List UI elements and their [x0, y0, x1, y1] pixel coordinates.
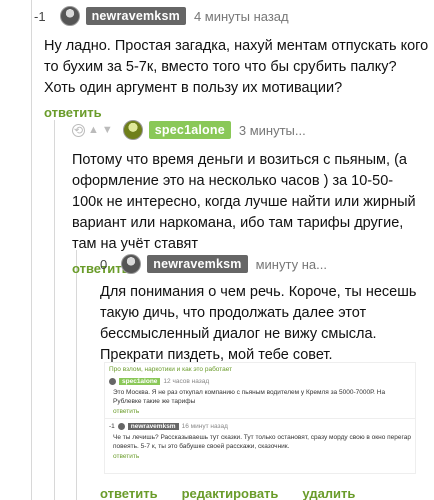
- image-reply-link: ответить: [113, 408, 140, 415]
- collapse-icon[interactable]: ⟲: [72, 123, 85, 137]
- comment-score: -1: [34, 8, 46, 24]
- comment-header: ⟲ ▲ ▼ spec1alone 3 минуты...: [72, 118, 422, 142]
- upvote-icon[interactable]: ▲: [88, 124, 99, 136]
- vote-controls: ⟲ ▲ ▼: [72, 123, 113, 137]
- comment-header: -1 newravemksm 4 минуты назад: [34, 4, 429, 28]
- thread-line: [76, 250, 77, 500]
- comment-actions: ответить редактировать удалить: [100, 486, 355, 500]
- image-reply-link: ответить: [113, 453, 140, 460]
- image-comment-text: Че ты лечишь? Рассказываешь тут сказки. …: [113, 434, 411, 450]
- comment-time[interactable]: 4 минуты назад: [194, 9, 289, 24]
- username-badge[interactable]: newravemksm: [147, 255, 248, 273]
- comment: 0 newravemksm минуту на... Для понимания…: [100, 252, 420, 366]
- reply-link[interactable]: ответить: [100, 486, 158, 500]
- comment-attached-image[interactable]: Про взлом, наркотики и как это работает …: [104, 362, 416, 474]
- comment-text: Ну ладно. Простая загадка, нахуй ментам …: [44, 38, 429, 96]
- image-comment-header: spec1alone 12 часов назад: [105, 376, 415, 387]
- delete-link[interactable]: удалить: [302, 486, 355, 500]
- username-badge[interactable]: spec1alone: [148, 121, 231, 139]
- comment-header: 0 newravemksm минуту на...: [100, 252, 420, 276]
- thread-line: [54, 120, 55, 500]
- username-badge[interactable]: newravemksm: [85, 7, 186, 25]
- image-comment-header: -1 newravemksm 16 минут назад: [105, 421, 415, 432]
- thread-line: [31, 0, 32, 500]
- comment-time: 16 минут назад: [181, 423, 228, 430]
- username-badge: newravemksm: [127, 423, 179, 430]
- comment-score: 0: [100, 256, 108, 272]
- avatar[interactable]: [122, 120, 143, 140]
- avatar[interactable]: [121, 254, 142, 274]
- downvote-icon[interactable]: ▼: [102, 124, 113, 136]
- comment: -1 newravemksm 4 минуты назад Ну ладно. …: [34, 4, 429, 120]
- comment-time[interactable]: минуту на...: [256, 257, 327, 272]
- image-breadcrumb: Про взлом, наркотики и как это работает: [109, 366, 233, 373]
- username-badge: spec1alone: [119, 378, 161, 385]
- comment-time[interactable]: 3 минуты...: [239, 123, 306, 138]
- comment-time: 12 часов назад: [163, 378, 210, 385]
- comment-text: Для понимания о чем речь. Короче, ты нес…: [100, 284, 417, 363]
- avatar[interactable]: [59, 6, 80, 26]
- divider: [105, 418, 415, 419]
- edit-link[interactable]: редактировать: [182, 486, 279, 500]
- avatar: [117, 423, 125, 430]
- avatar: [109, 378, 116, 385]
- comment-text: Потому что время деньги и возиться с пья…: [72, 152, 416, 252]
- image-comment-text: Это Москва. Я не раз откупал компанию с …: [113, 389, 386, 405]
- comment-score: -1: [109, 423, 115, 430]
